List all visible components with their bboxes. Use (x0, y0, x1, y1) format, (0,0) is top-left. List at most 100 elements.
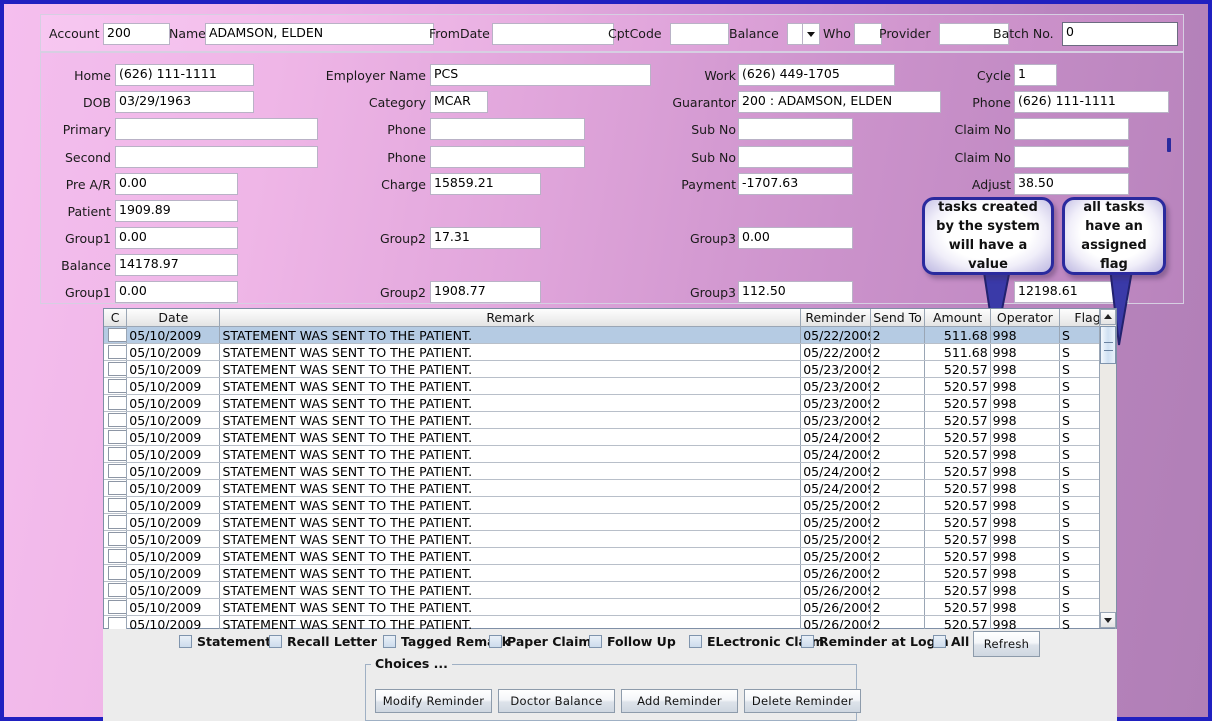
table-row[interactable]: 05/10/2009STATEMENT WAS SENT TO THE PATI… (104, 377, 1116, 395)
group2-b-input[interactable]: 1908.77 (430, 281, 541, 303)
home-phone2-input[interactable]: (626) 111-1111 (1014, 91, 1169, 113)
col-header-sendto[interactable]: Send To (870, 309, 926, 327)
row-checkbox[interactable] (108, 464, 126, 478)
grid-vertical-scrollbar[interactable] (1099, 309, 1116, 628)
row-checkbox-cell[interactable] (104, 428, 128, 446)
dob-input[interactable]: 03/29/1963 (115, 91, 254, 113)
claimno1-input[interactable] (1014, 118, 1129, 140)
scroll-down-icon[interactable] (1100, 612, 1116, 628)
table-row[interactable]: 05/10/2009STATEMENT WAS SENT TO THE PATI… (104, 360, 1116, 378)
row-checkbox[interactable] (108, 600, 126, 614)
row-checkbox[interactable] (108, 566, 126, 580)
row-checkbox-cell[interactable] (104, 343, 128, 361)
home-input[interactable]: (626) 111-1111 (115, 64, 254, 86)
reminder-grid[interactable]: C Date Remark Reminder Send To Amount Op… (103, 308, 1117, 650)
row-checkbox[interactable] (108, 328, 126, 342)
who-input[interactable] (854, 23, 882, 45)
row-checkbox-cell[interactable] (104, 581, 128, 599)
col-header-operator[interactable]: Operator (990, 309, 1061, 327)
table-row[interactable]: 05/10/2009STATEMENT WAS SENT TO THE PATI… (104, 445, 1116, 463)
employer-phone1-input[interactable] (430, 118, 585, 140)
fromdate-input[interactable] (492, 23, 614, 45)
row-checkbox[interactable] (108, 447, 126, 461)
modify-reminder-button[interactable]: Modify Reminder (375, 689, 492, 713)
filter-checkbox-reminder-at-login[interactable]: Reminder at Login (801, 634, 949, 649)
delete-reminder-button[interactable]: Delete Reminder (744, 689, 861, 713)
doctor-balance-button[interactable]: Doctor Balance (498, 689, 615, 713)
group2-a-input[interactable]: 17.31 (430, 227, 541, 249)
category-input[interactable]: MCAR (430, 91, 488, 113)
row-checkbox[interactable] (108, 430, 126, 444)
filter-checkbox-recall-letter[interactable]: Recall Letter (269, 634, 377, 649)
table-row[interactable]: 05/10/2009STATEMENT WAS SENT TO THE PATI… (104, 326, 1116, 344)
col-header-remark[interactable]: Remark (219, 309, 802, 327)
col-header-c[interactable]: C (104, 309, 128, 327)
batchno-input[interactable]: 0 (1062, 22, 1178, 46)
table-row[interactable]: 05/10/2009STATEMENT WAS SENT TO THE PATI… (104, 530, 1116, 548)
checkbox-icon[interactable] (179, 635, 192, 648)
table-row[interactable]: 05/10/2009STATEMENT WAS SENT TO THE PATI… (104, 411, 1116, 429)
table-row[interactable]: 05/10/2009STATEMENT WAS SENT TO THE PATI… (104, 513, 1116, 531)
add-reminder-button[interactable]: Add Reminder (621, 689, 738, 713)
checkbox-icon[interactable] (269, 635, 282, 648)
row-checkbox-cell[interactable] (104, 513, 128, 531)
table-row[interactable]: 05/10/2009STATEMENT WAS SENT TO THE PATI… (104, 564, 1116, 582)
checkbox-icon[interactable] (383, 635, 396, 648)
subno1-input[interactable] (738, 118, 853, 140)
balance-combo[interactable] (787, 23, 820, 45)
patient-input[interactable]: 1909.89 (115, 200, 238, 222)
group1-b-input[interactable]: 0.00 (115, 281, 238, 303)
row-checkbox-cell[interactable] (104, 462, 128, 480)
row-checkbox[interactable] (108, 413, 126, 427)
row-checkbox[interactable] (108, 345, 126, 359)
checkbox-icon[interactable] (689, 635, 702, 648)
work-input[interactable]: (626) 449-1705 (738, 64, 895, 86)
claimno2-input[interactable] (1014, 146, 1129, 168)
cptcode-input[interactable] (670, 23, 729, 45)
row-checkbox-cell[interactable] (104, 394, 128, 412)
pre-ar-input[interactable]: 0.00 (115, 173, 238, 195)
row-checkbox[interactable] (108, 515, 126, 529)
row-checkbox-cell[interactable] (104, 479, 128, 497)
filter-checkbox-follow-up[interactable]: Follow Up (589, 634, 676, 649)
row-checkbox-cell[interactable] (104, 445, 128, 463)
table-row[interactable]: 05/10/2009STATEMENT WAS SENT TO THE PATI… (104, 462, 1116, 480)
table-row[interactable]: 05/10/2009STATEMENT WAS SENT TO THE PATI… (104, 496, 1116, 514)
payment-input[interactable]: -1707.63 (738, 173, 853, 195)
name-input[interactable]: ADAMSON, ELDEN (205, 23, 434, 45)
subno2-input[interactable] (738, 146, 853, 168)
scrollbar-thumb[interactable] (1100, 326, 1116, 364)
row-checkbox-cell[interactable] (104, 547, 128, 565)
row-checkbox[interactable] (108, 498, 126, 512)
table-row[interactable]: 05/10/2009STATEMENT WAS SENT TO THE PATI… (104, 581, 1116, 599)
filter-checkbox-statement[interactable]: Statement (179, 634, 271, 649)
row-checkbox-cell[interactable] (104, 530, 128, 548)
account-input[interactable]: 200 (103, 23, 170, 45)
row-checkbox-cell[interactable] (104, 496, 128, 514)
table-row[interactable]: 05/10/2009STATEMENT WAS SENT TO THE PATI… (104, 479, 1116, 497)
filter-checkbox-paper-claim[interactable]: Paper Claim (489, 634, 591, 649)
scroll-up-icon[interactable] (1100, 309, 1116, 325)
row-checkbox-cell[interactable] (104, 326, 128, 344)
table-row[interactable]: 05/10/2009STATEMENT WAS SENT TO THE PATI… (104, 343, 1116, 361)
checkbox-icon[interactable] (933, 635, 946, 648)
col-header-date[interactable]: Date (126, 309, 221, 327)
refresh-button[interactable]: Refresh (973, 631, 1040, 657)
table-row[interactable]: 05/10/2009STATEMENT WAS SENT TO THE PATI… (104, 394, 1116, 412)
employer-phone2-input[interactable] (430, 146, 585, 168)
col-header-reminder[interactable]: Reminder (800, 309, 871, 327)
row-checkbox-cell[interactable] (104, 411, 128, 429)
cycle-input[interactable]: 1 (1014, 64, 1057, 86)
checkbox-icon[interactable] (489, 635, 502, 648)
filter-checkbox-all[interactable]: All (933, 634, 969, 649)
row-checkbox[interactable] (108, 583, 126, 597)
row-checkbox[interactable] (108, 549, 126, 563)
row-checkbox[interactable] (108, 396, 126, 410)
checkbox-icon[interactable] (589, 635, 602, 648)
row-checkbox-cell[interactable] (104, 377, 128, 395)
balance-detail-input[interactable]: 14178.97 (115, 254, 238, 276)
row-checkbox-cell[interactable] (104, 598, 128, 616)
row-checkbox[interactable] (108, 532, 126, 546)
col-header-amount[interactable]: Amount (924, 309, 991, 327)
group1-a-input[interactable]: 0.00 (115, 227, 238, 249)
